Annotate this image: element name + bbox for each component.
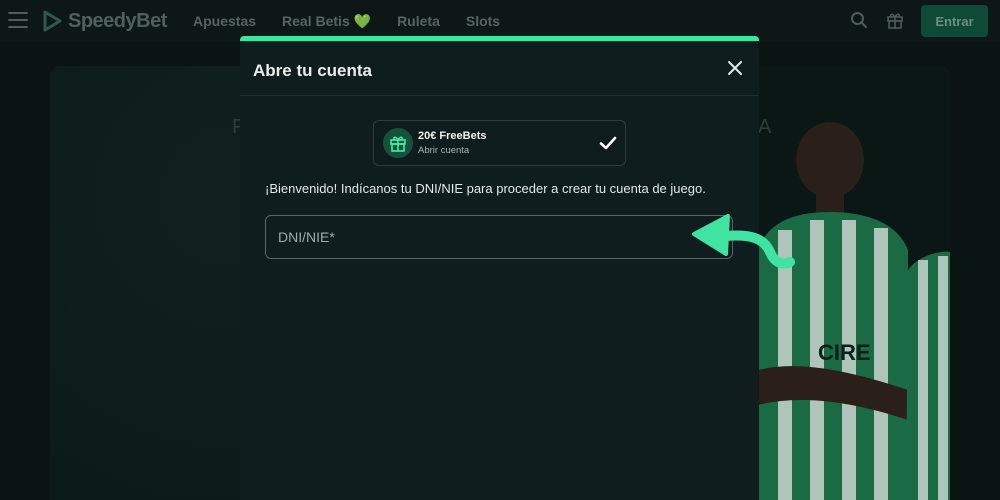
- nav-item-real-betis-label: Real Betis: [282, 13, 350, 29]
- svg-text:CIRE: CIRE: [818, 340, 871, 365]
- modal-header: Abre tu cuenta: [240, 41, 759, 96]
- logo-play-icon: [43, 10, 62, 32]
- enter-button[interactable]: Entrar: [921, 5, 988, 37]
- logo[interactable]: SpeedyBet: [40, 8, 167, 34]
- top-icons: [850, 11, 904, 29]
- nav-item-slots[interactable]: Slots: [466, 13, 500, 30]
- gift-icon[interactable]: [886, 11, 904, 29]
- menu-icon[interactable]: [8, 12, 28, 28]
- modal-title: Abre tu cuenta: [253, 61, 373, 80]
- welcome-text: ¡Bienvenido! Indícanos tu DNI/NIE para p…: [265, 181, 706, 196]
- gift-icon: [383, 128, 413, 158]
- nav-item-apuestas[interactable]: Apuestas: [193, 13, 256, 30]
- logo-text: SpeedyBet: [68, 9, 167, 32]
- main-nav: Apuestas Real Betis 💚 Ruleta Slots: [193, 13, 500, 30]
- arrow-pointer-icon: [692, 214, 795, 269]
- promo-card[interactable]: 20€ FreeBets Abrir cuenta: [373, 120, 626, 166]
- check-icon: [599, 136, 617, 150]
- dni-input[interactable]: [265, 215, 733, 259]
- nav-item-real-betis[interactable]: Real Betis 💚: [282, 13, 371, 30]
- promo-title: 20€ FreeBets: [418, 130, 487, 142]
- close-icon[interactable]: [726, 59, 744, 77]
- nav-item-ruleta[interactable]: Ruleta: [397, 13, 440, 30]
- search-icon[interactable]: [850, 11, 868, 29]
- players-image: CIRE: [758, 122, 950, 500]
- promo-subtitle: Abrir cuenta: [418, 145, 470, 156]
- heart-icon: 💚: [353, 13, 372, 29]
- signup-modal: Abre tu cuenta 20€ FreeBets Abrir cuenta…: [240, 36, 759, 500]
